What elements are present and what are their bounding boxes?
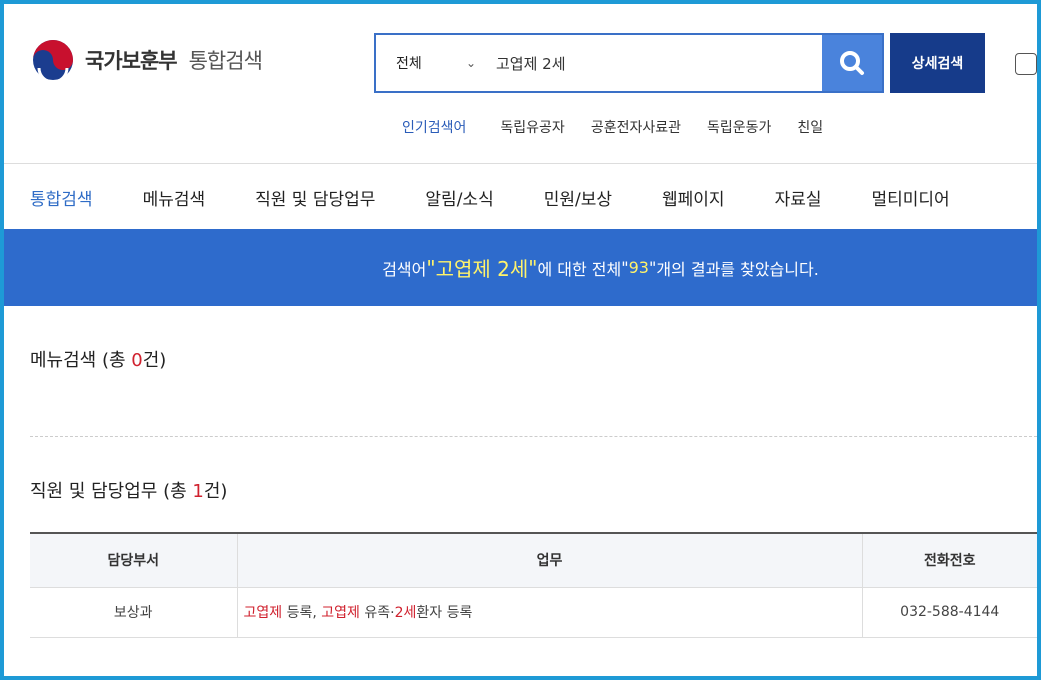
banner-quote-close: " — [528, 255, 538, 280]
staff-table: 담당부서 업무 전화전호 보상과 고엽제 등록, 고엽제 유족·2세환자 등록 … — [30, 532, 1037, 638]
detail-search-button[interactable]: 상세검색 — [890, 33, 985, 93]
tab-multimedia[interactable]: 멀티미디어 — [872, 185, 950, 210]
column-header-task: 업무 — [236, 532, 862, 588]
search-box: 전체 ⌄ — [374, 33, 884, 93]
popular-keyword[interactable]: 공훈전자사료관 — [591, 117, 681, 137]
category-tabs: 통합검색 메뉴검색 직원 및 담당업무 알림/소식 민원/보상 웹페이지 자료실… — [30, 185, 950, 210]
section-title-staff-text: 직원 및 담당업무 — [30, 481, 158, 502]
tab-news[interactable]: 알림/소식 — [425, 185, 493, 210]
section-title-menu-text: 메뉴검색 — [30, 350, 97, 371]
table-header-row: 담당부서 업무 전화전호 — [30, 532, 1037, 588]
banner-prefix: 검색어 — [382, 259, 427, 279]
section-count-close: 건) — [142, 350, 167, 371]
chevron-down-icon: ⌄ — [465, 56, 476, 70]
popular-keywords: 인기검색어 독립유공자 공훈전자사료관 독립운동가 친일 — [402, 117, 849, 137]
banner-count: 93 — [628, 258, 649, 277]
search-scope-value: 전체 — [396, 56, 422, 72]
popular-keywords-label: 인기검색어 — [402, 120, 467, 136]
popular-keyword[interactable]: 친일 — [797, 117, 823, 137]
service-name: 통합검색 — [188, 49, 263, 73]
tab-civil[interactable]: 민원/보상 — [544, 185, 612, 210]
task-text: 유족· — [359, 605, 395, 621]
banner-suffix: 개의 결과를 찾았습니다. — [656, 259, 819, 279]
popular-keyword[interactable]: 독립유공자 — [500, 117, 564, 137]
banner-middle: 에 대한 전체 — [537, 259, 622, 279]
section-count-open: (총 — [96, 350, 132, 371]
taegeuk-logo-icon — [33, 40, 73, 82]
search-button[interactable] — [822, 35, 882, 91]
cell-phone: 032-588-4144 — [861, 587, 1037, 638]
org-name: 국가보훈부 — [85, 49, 178, 73]
header-divider — [4, 163, 1037, 164]
column-header-dept: 담당부서 — [30, 532, 237, 588]
tab-menu[interactable]: 메뉴검색 — [143, 185, 206, 210]
tab-webpage[interactable]: 웹페이지 — [662, 185, 725, 210]
banner-count-open: " — [621, 258, 629, 277]
banner-query: 고엽제 2세 — [435, 257, 529, 281]
task-highlight: 고엽제 — [321, 605, 360, 621]
table-row: 보상과 고엽제 등록, 고엽제 유족·2세환자 등록 032-588-4144 — [30, 587, 1037, 638]
task-highlight: 2세 — [394, 605, 417, 621]
section-title-menu: 메뉴검색 (총 0건) — [30, 346, 166, 372]
result-summary-banner: 검색어 " 고엽제 2세 " 에 대한 전체 " 93 " 개의 결과를 찾았습니다. — [4, 229, 1037, 306]
section-count-menu: 0 — [131, 350, 143, 371]
tab-staff[interactable]: 직원 및 담당업무 — [255, 185, 375, 210]
section-count-staff: 1 — [192, 481, 204, 502]
cell-dept: 보상과 — [30, 587, 237, 638]
site-logo[interactable]: 국가보훈부 통합검색 — [31, 38, 263, 82]
task-highlight: 고엽제 — [243, 605, 283, 621]
section-count-open: (총 — [157, 481, 193, 502]
search-scope-select[interactable]: 전체 ⌄ — [376, 53, 486, 73]
banner-count-close: " — [648, 258, 657, 277]
section-title-staff: 직원 및 담당업무 (총 1건) — [30, 477, 227, 503]
tab-archive[interactable]: 자료실 — [775, 185, 822, 210]
popular-keyword[interactable]: 독립운동가 — [707, 117, 771, 137]
section-count-close: 건) — [203, 481, 228, 502]
tab-integrated[interactable]: 통합검색 — [30, 185, 93, 210]
task-text: 환자 등록 — [416, 605, 473, 621]
banner-quote-open: " — [426, 255, 436, 280]
task-text: 등록, — [282, 605, 322, 621]
column-header-phone: 전화전호 — [861, 532, 1037, 588]
cell-task: 고엽제 등록, 고엽제 유족·2세환자 등록 — [236, 587, 862, 638]
section-divider — [30, 436, 1037, 437]
page-frame: 국가보훈부 통합검색 전체 ⌄ 상세검색 인기검색어 독립유공자 공훈전자사료관… — [4, 4, 1037, 676]
search-icon — [840, 51, 864, 75]
option-checkbox[interactable] — [1015, 53, 1037, 75]
search-input[interactable] — [486, 35, 822, 91]
